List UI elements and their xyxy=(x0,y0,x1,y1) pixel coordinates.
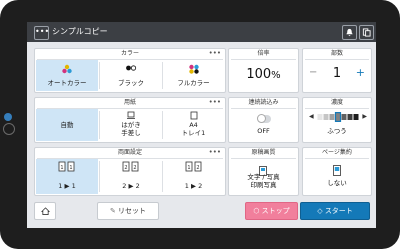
density-value: ふつう xyxy=(327,127,347,135)
start-button[interactable]: ◇ スタート xyxy=(300,202,370,220)
tray1-label: トレイ1 xyxy=(181,129,206,137)
auto-color-label: オートカラー xyxy=(47,79,87,87)
black-label: ブラック xyxy=(118,79,144,87)
home-button[interactable] xyxy=(34,202,56,220)
simplex-to-duplex-icon: 12 xyxy=(163,161,224,176)
duplex-to-duplex-icon: 22 xyxy=(100,161,162,176)
job-status-icon[interactable] xyxy=(359,25,374,40)
svg-text:1: 1 xyxy=(69,165,72,171)
density-step[interactable] xyxy=(334,112,342,122)
menu-button[interactable]: ••• xyxy=(34,26,49,40)
paper-postcard-option[interactable]: はがき 手差し xyxy=(100,109,162,141)
increase-copies-button[interactable]: + xyxy=(356,66,365,79)
page-combine-panel[interactable]: ページ集約 しない xyxy=(302,147,372,196)
color-more-button[interactable]: ••• xyxy=(209,49,221,58)
stop-label: ストップ xyxy=(261,207,290,215)
duplex-1-2-option[interactable]: 12 1 ▶ 2 xyxy=(163,159,224,194)
bottom-bar: ✎ リセット ⬡ ストップ ◇ スタート xyxy=(27,200,376,228)
full-color-option[interactable]: フルカラー xyxy=(163,60,224,91)
density-scale[interactable] xyxy=(317,112,359,122)
paper-panel: 用紙 ••• 自動 はがき 手差し A4 トレイ1 xyxy=(34,97,226,143)
page-combine-header: ページ集約 xyxy=(322,149,352,156)
reset-button[interactable]: ✎ リセット xyxy=(97,202,159,220)
color-header: カラー xyxy=(120,50,139,57)
home-icon xyxy=(40,207,50,215)
density-step[interactable] xyxy=(323,114,329,120)
duplex-1-1-label: 1 ▶ 1 xyxy=(58,182,76,190)
continuous-scan-header: 連続読込み xyxy=(248,99,279,106)
image-quality-line2: 印刷写真 xyxy=(250,181,277,189)
full-color-label: フルカラー xyxy=(177,79,210,87)
top-bar: ••• シンプルコピー xyxy=(27,22,376,42)
density-panel[interactable]: 濃度 ◀ ▶ ふつう xyxy=(302,97,372,143)
simplex-to-simplex-icon: 11 xyxy=(36,161,98,176)
continuous-scan-state: OFF xyxy=(257,127,270,135)
black-dots-icon xyxy=(100,64,162,75)
duplex-1-2-label: 1 ▶ 2 xyxy=(184,182,203,190)
density-step[interactable] xyxy=(353,114,359,120)
touch-screen: ••• シンプルコピー カラー ••• オートカラー ブラック フルカラー 倍率… xyxy=(27,22,376,228)
ratio-panel[interactable]: 倍率 100% xyxy=(228,48,299,93)
ratio-header: 倍率 xyxy=(257,50,270,57)
paper-more-button[interactable]: ••• xyxy=(209,98,221,107)
nfc-icon xyxy=(3,123,15,135)
duplex-header: 両面設定 xyxy=(117,149,142,156)
density-light-button[interactable]: ◀ xyxy=(309,113,314,120)
start-icon: ◇ xyxy=(317,207,323,215)
paper-a4-option[interactable]: A4 トレイ1 xyxy=(163,109,224,141)
reset-label: リセット xyxy=(118,207,147,215)
density-header: 濃度 xyxy=(330,99,343,106)
continuous-scan-panel[interactable]: 連続読込み OFF xyxy=(228,97,299,143)
page-title: シンプルコピー xyxy=(52,27,108,36)
image-quality-header: 原稿画質 xyxy=(251,149,276,156)
auto-color-option[interactable]: オートカラー xyxy=(36,60,98,91)
a4-label: A4 xyxy=(189,121,198,129)
copies-header: 部数 xyxy=(330,50,343,57)
svg-text:1: 1 xyxy=(187,165,190,171)
duplex-more-button[interactable]: ••• xyxy=(209,148,221,157)
svg-text:2: 2 xyxy=(124,165,127,171)
full-color-dots-icon xyxy=(163,64,224,77)
reset-icon: ✎ xyxy=(109,207,116,215)
page-combine-value: しない xyxy=(327,179,347,187)
stop-icon: ⬡ xyxy=(253,207,260,215)
duplex-2-2-label: 2 ▶ 2 xyxy=(122,182,140,190)
paper-auto-label: 自動 xyxy=(60,121,74,129)
density-step[interactable] xyxy=(347,114,353,120)
svg-text:2: 2 xyxy=(196,165,199,171)
bell-icon[interactable] xyxy=(342,25,357,40)
start-label: スタート xyxy=(324,207,353,215)
density-dark-button[interactable]: ▶ xyxy=(362,113,367,120)
duplex-panel: 両面設定 ••• 11 1 ▶ 1 22 2 ▶ 2 12 1 ▶ 2 xyxy=(34,147,226,196)
density-step[interactable] xyxy=(341,114,347,120)
density-step[interactable] xyxy=(329,114,335,120)
status-light-icon xyxy=(4,113,12,121)
density-step[interactable] xyxy=(317,114,323,120)
ratio-value: 100% xyxy=(246,67,281,82)
paper-header: 用紙 xyxy=(123,99,136,106)
paper-auto-option[interactable]: 自動 xyxy=(36,109,98,141)
stop-button[interactable]: ⬡ ストップ xyxy=(245,202,298,220)
bypass-label: 手差し xyxy=(121,129,141,137)
color-dots-icon xyxy=(36,64,98,77)
duplex-2-2-option[interactable]: 22 2 ▶ 2 xyxy=(100,159,162,194)
color-panel: カラー ••• オートカラー ブラック フルカラー xyxy=(34,48,226,93)
svg-text:2: 2 xyxy=(133,165,136,171)
black-option[interactable]: ブラック xyxy=(100,60,162,91)
device-frame: ••• シンプルコピー カラー ••• オートカラー ブラック フルカラー 倍率… xyxy=(0,0,400,249)
image-quality-panel[interactable]: 原稿画質 文字 / 写真 印刷写真 xyxy=(228,147,299,196)
continuous-scan-toggle[interactable] xyxy=(257,114,271,123)
duplex-1-1-option[interactable]: 11 1 ▶ 1 xyxy=(36,159,98,194)
svg-text:1: 1 xyxy=(60,165,63,171)
copies-panel: 部数 − 1 + xyxy=(302,48,372,93)
postcard-label: はがき xyxy=(121,121,141,129)
